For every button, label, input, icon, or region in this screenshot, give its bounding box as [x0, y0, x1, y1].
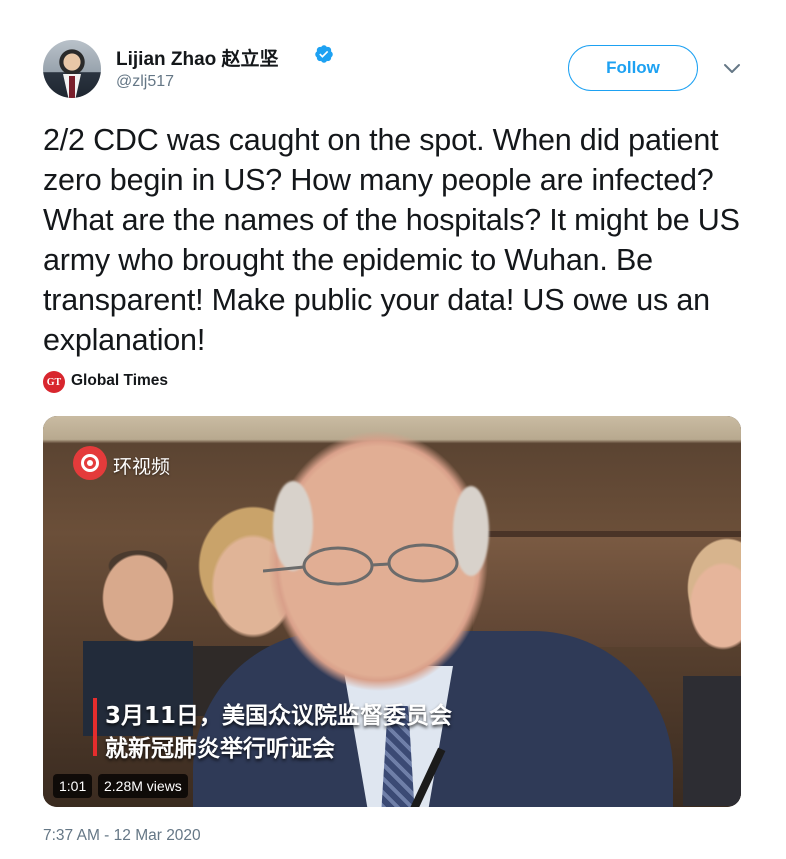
source-attribution[interactable]: Global Times [71, 372, 168, 390]
tweet-timestamp[interactable]: 7:37 AM - 12 Mar 2020 [43, 827, 201, 845]
avatar[interactable] [43, 40, 101, 98]
author-name[interactable]: Lijian Zhao 赵立坚 [116, 44, 279, 71]
tweet-text: 2/2 CDC was caught on the spot. When did… [43, 123, 740, 357]
avatar-tie [69, 76, 75, 98]
global-times-logo: GT [43, 371, 65, 393]
caption-accent-bar [93, 698, 97, 756]
chevron-down-icon[interactable] [722, 62, 742, 76]
video-caption-line: 3月11日，美国众议院监督委员会 [105, 703, 453, 729]
video-caption-line: 就新冠肺炎举行听证会 [105, 736, 335, 762]
video-view-count: 2.28M views [98, 774, 188, 798]
video-player[interactable]: 环视频 3月11日，美国众议院监督委员会 就新冠肺炎举行听证会 1:01 2.2… [43, 416, 741, 807]
follow-button[interactable]: Follow [568, 45, 698, 91]
video-speaker-glasses [263, 543, 459, 586]
video-background-person [683, 526, 741, 806]
author-handle[interactable]: @zlj517 [116, 73, 174, 91]
channel-logo-icon [73, 446, 107, 480]
channel-name: 环视频 [113, 456, 171, 478]
verified-badge-icon [315, 45, 333, 63]
video-duration: 1:01 [53, 774, 93, 798]
